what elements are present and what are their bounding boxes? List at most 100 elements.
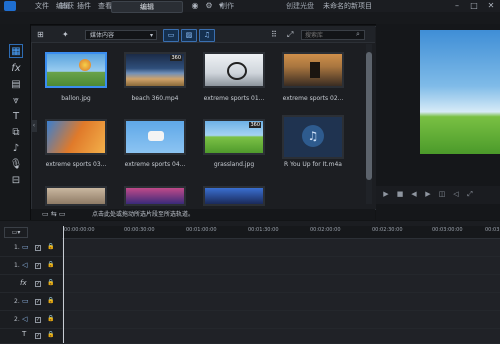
play-icon[interactable]: ▶ xyxy=(381,189,391,199)
media-label: grassland.jpg xyxy=(213,161,255,168)
media-thumb-ballon[interactable] xyxy=(45,52,107,88)
tab-capture[interactable]: 捕获 xyxy=(52,1,82,11)
filter-icon[interactable]: ⩔ xyxy=(9,94,23,108)
media-thumb-partial[interactable] xyxy=(45,186,107,206)
show-audio-button[interactable]: ♫ xyxy=(199,29,215,42)
track-number: 1. xyxy=(14,262,20,269)
media-library-icon[interactable]: ▦ xyxy=(9,44,23,58)
ruler-tick: 00:00:30:00 xyxy=(124,227,155,233)
lock-icon[interactable]: 🔒 xyxy=(47,297,54,304)
media-label: beach 360.mp4 xyxy=(131,95,179,102)
menu-view[interactable]: 查看 xyxy=(98,1,112,11)
track-number: 1. xyxy=(14,244,20,251)
project-name: 未命名的新项目 xyxy=(323,2,372,10)
media-type-label: 媒体内容 xyxy=(90,32,115,39)
track-area[interactable] xyxy=(62,257,500,274)
user-icon[interactable]: ◉ xyxy=(190,1,200,11)
ruler-tick: 00:03:30:00 xyxy=(485,227,500,233)
fx-track-icon: fx xyxy=(20,279,27,287)
media-thumb-extreme-03[interactable] xyxy=(45,119,107,155)
media-label: R You Up for It.m4a xyxy=(284,161,342,168)
microphone-icon[interactable]: 🎙 xyxy=(9,158,23,172)
ruler-tick: 00:02:30:00 xyxy=(372,227,403,233)
chapters-icon[interactable]: ⊟ xyxy=(9,174,23,188)
collapse-handle[interactable]: ‹ xyxy=(31,120,37,132)
next-frame-icon[interactable]: ▶ xyxy=(423,189,433,199)
ruler-tick: 00:03:00:00 xyxy=(432,227,463,233)
title-track-icon: T xyxy=(22,330,27,338)
lock-icon[interactable]: 🔒 xyxy=(47,243,54,250)
track-area[interactable] xyxy=(62,275,500,292)
music-note-icon: ♫ xyxy=(302,125,324,147)
track-enable-checkbox[interactable]: ✓ xyxy=(35,299,41,305)
track-area[interactable] xyxy=(62,311,500,328)
close-button[interactable]: ✕ xyxy=(486,1,496,11)
media-type-dropdown[interactable]: 媒体内容 ▾ xyxy=(85,30,157,40)
ruler-tick: 00:00:00:00 xyxy=(64,227,95,233)
lock-icon[interactable]: 🔒 xyxy=(47,315,54,322)
track-enable-checkbox[interactable]: ✓ xyxy=(35,317,41,323)
media-thumb-beach[interactable]: 360 xyxy=(124,52,186,88)
media-thumb-audio[interactable]: ♫ xyxy=(282,115,344,159)
track-area[interactable] xyxy=(62,239,500,256)
audio-track-icon: ◁ xyxy=(22,261,28,269)
video-track-icon: ▭ xyxy=(22,297,29,305)
stop-icon[interactable]: ■ xyxy=(395,189,405,199)
menu-file[interactable]: 文件 xyxy=(35,1,49,11)
media-thumb-partial[interactable] xyxy=(124,186,186,206)
maximize-button[interactable]: □ xyxy=(469,1,479,11)
lock-icon[interactable]: 🔒 xyxy=(47,331,54,338)
media-thumb-extreme-04[interactable] xyxy=(124,119,186,155)
preview-screen xyxy=(420,30,500,154)
tab-edit[interactable]: 编辑 xyxy=(111,1,183,13)
transition-icon[interactable]: ⧉ xyxy=(9,126,23,140)
fx-icon[interactable]: fx xyxy=(9,62,23,76)
app-logo xyxy=(4,1,16,11)
lock-icon[interactable]: 🔒 xyxy=(47,261,54,268)
playhead[interactable] xyxy=(63,226,64,343)
prev-frame-icon[interactable]: ◀ xyxy=(409,189,419,199)
fullscreen-icon[interactable]: ⤢ xyxy=(465,189,475,199)
ruler-tick: 00:01:30:00 xyxy=(248,227,279,233)
snapshot-icon[interactable]: ◫ xyxy=(437,189,447,199)
hint-bar xyxy=(31,209,375,220)
media-thumb-extreme-01[interactable] xyxy=(203,52,265,88)
music-icon[interactable]: ♪ xyxy=(9,142,23,156)
tab-produce[interactable]: 制作 xyxy=(212,1,242,11)
volume-icon[interactable]: ◁ xyxy=(451,189,461,199)
show-video-button[interactable]: ▭ xyxy=(163,29,179,42)
track-enable-checkbox[interactable]: ✓ xyxy=(35,333,41,339)
media-label: extreme sports 03... xyxy=(45,161,107,168)
track-enable-checkbox[interactable]: ✓ xyxy=(35,281,41,287)
tab-create-disc[interactable]: 创建光盘 xyxy=(278,1,322,11)
track-area[interactable] xyxy=(62,329,500,343)
media-thumb-grassland[interactable]: 360 xyxy=(203,119,265,155)
audio-track-icon: ◁ xyxy=(22,315,28,323)
minimize-button[interactable]: – xyxy=(452,1,462,11)
template-icon[interactable]: ▤ xyxy=(9,78,23,92)
grid-view-icon[interactable]: ⠿ xyxy=(271,30,281,39)
title-icon[interactable]: T xyxy=(9,110,23,124)
plugin-icon[interactable]: ✦ xyxy=(62,30,74,39)
track-manager-button[interactable]: ▭▾ xyxy=(4,227,28,238)
media-thumb-partial[interactable] xyxy=(203,186,265,206)
track-enable-checkbox[interactable]: ✓ xyxy=(35,245,41,251)
expand-icon[interactable]: ⤢ xyxy=(287,30,297,39)
track-number: 2. xyxy=(14,298,20,305)
track-area[interactable] xyxy=(62,293,500,310)
hint-text: 点击此处或拖动所选片段至所选轨道。 xyxy=(92,211,195,218)
library-scrollbar-thumb[interactable] xyxy=(366,52,372,180)
ruler-tick: 00:01:00:00 xyxy=(186,227,217,233)
lock-icon[interactable]: 🔒 xyxy=(47,279,54,286)
track-enable-checkbox[interactable]: ✓ xyxy=(35,263,41,269)
badge-360: 360 xyxy=(249,122,261,128)
media-thumb-extreme-02[interactable] xyxy=(282,52,344,88)
timeline-tools-icon[interactable]: ▭ ⇆ ▭ xyxy=(42,210,66,219)
media-label: extreme sports 01... xyxy=(203,95,265,102)
ruler-tick: 00:02:00:00 xyxy=(310,227,341,233)
search-icon[interactable]: ⌕ xyxy=(356,30,365,39)
badge-360: 360 xyxy=(170,55,182,61)
show-image-button[interactable]: ▨ xyxy=(181,29,197,42)
import-icon[interactable]: ⊞ xyxy=(37,30,49,39)
media-label: extreme sports 04... xyxy=(124,161,186,168)
